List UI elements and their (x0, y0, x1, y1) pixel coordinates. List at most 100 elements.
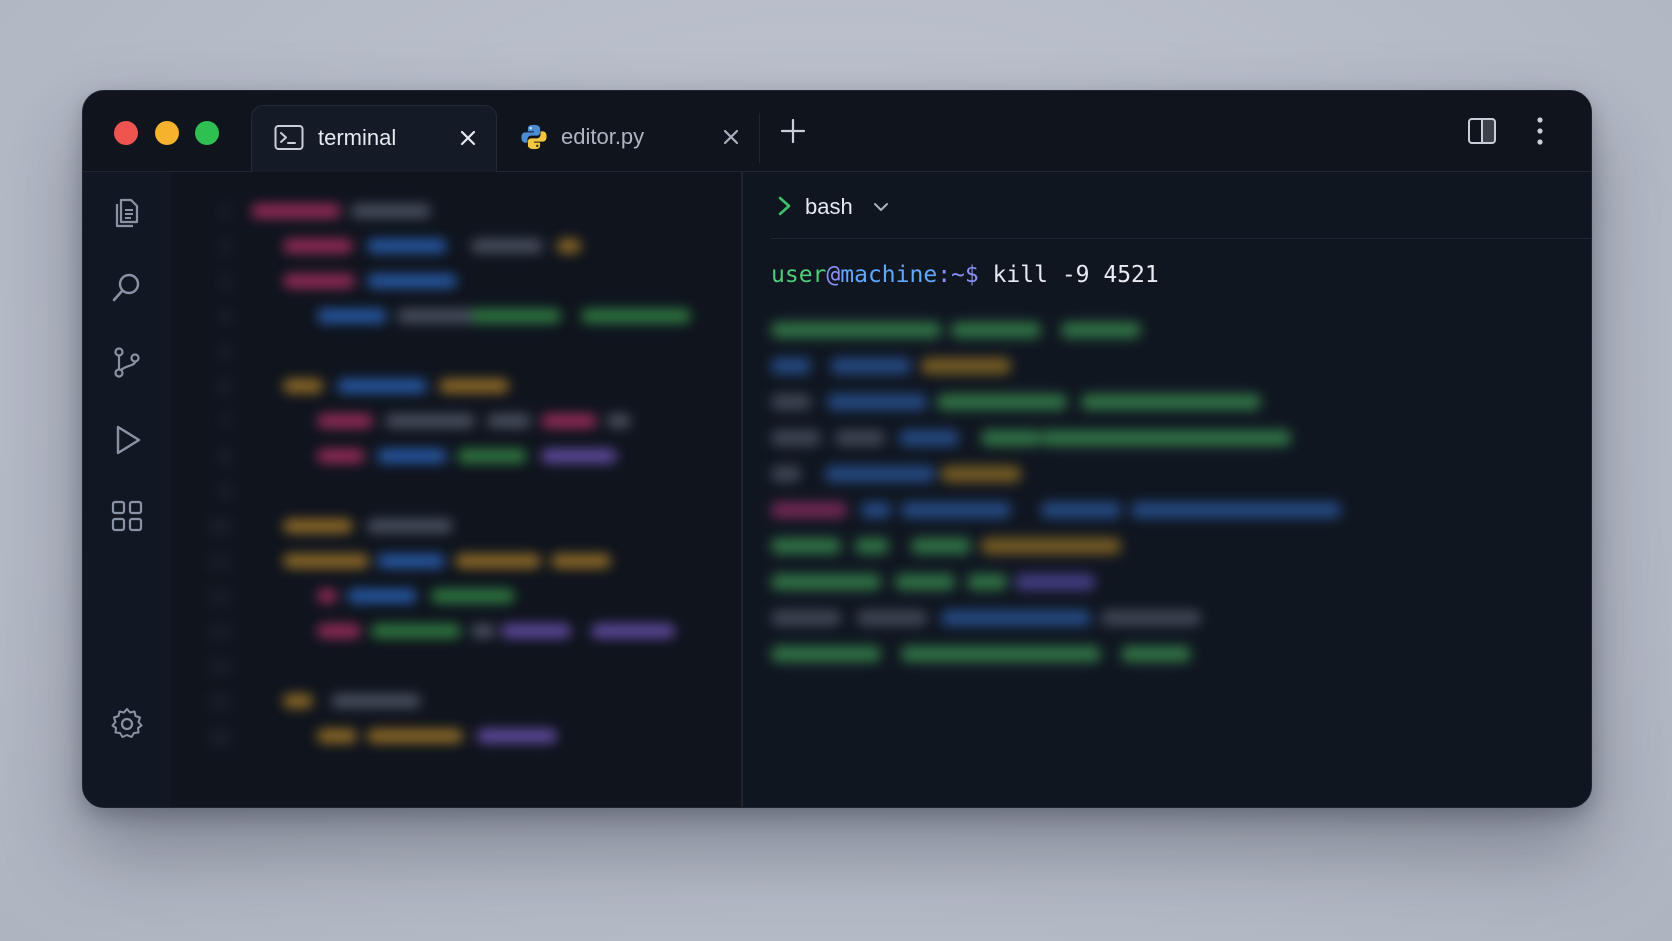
terminal-output-token (895, 574, 955, 590)
terminal-output-token (901, 646, 1101, 662)
line-number: 10 (206, 515, 231, 539)
close-icon[interactable] (721, 127, 741, 147)
code-token (317, 414, 373, 428)
line-number: 15 (206, 690, 231, 714)
code-token (385, 414, 475, 428)
terminal-output-token (771, 358, 811, 374)
code-token (377, 554, 445, 568)
terminal-output-token (861, 502, 891, 518)
code-token (283, 554, 369, 568)
terminal-output-token (1061, 322, 1141, 338)
code-token (283, 694, 313, 708)
code-token (377, 449, 447, 463)
tab-terminal[interactable]: terminal (251, 105, 497, 172)
terminal-output-token (899, 430, 959, 446)
terminal-output-token (901, 502, 1011, 518)
code-token (251, 204, 341, 218)
code-token (367, 239, 447, 253)
terminal-output-token (1015, 574, 1095, 590)
line-number: 2 (218, 235, 231, 259)
app-window: terminal editor.py 1 2 3 4 5 6 7 8 9 10 … (82, 90, 1592, 808)
code-token (541, 414, 597, 428)
terminal-output-token (831, 358, 911, 374)
search-icon[interactable] (109, 270, 145, 306)
terminal-output-token (771, 430, 821, 446)
line-number: 3 (218, 270, 231, 294)
line-number: 6 (218, 375, 231, 399)
code-token (487, 414, 531, 428)
prompt-path: :~$ (937, 262, 979, 288)
line-number: 7 (218, 410, 231, 434)
code-token (397, 309, 477, 323)
terminal-output-token (1041, 502, 1121, 518)
code-token (431, 589, 515, 603)
terminal-output-token (967, 574, 1007, 590)
code-token (283, 519, 353, 533)
tab-label: terminal (318, 125, 397, 150)
line-number: 13 (206, 620, 231, 644)
minimize-window-button[interactable] (155, 121, 179, 145)
code-token (347, 589, 417, 603)
python-icon (521, 124, 547, 150)
line-number: 12 (206, 585, 231, 609)
extensions-icon[interactable] (109, 498, 145, 534)
title-bar: terminal editor.py (83, 91, 1591, 172)
chevron-down-icon[interactable] (873, 202, 889, 212)
shell-chevron-icon (778, 196, 791, 216)
code-token (283, 239, 353, 253)
terminal-output-token (857, 610, 927, 626)
terminal-pane[interactable]: bash user@machine:~$ kill -9 4521 (743, 172, 1591, 807)
tab-editor-py[interactable]: editor.py (497, 105, 759, 171)
files-icon[interactable] (109, 194, 145, 230)
line-number: 8 (218, 445, 231, 469)
code-token (581, 309, 691, 323)
terminal-output-token (1081, 394, 1261, 410)
terminal-output-token (827, 394, 927, 410)
more-vertical-icon[interactable] (1535, 115, 1545, 147)
close-window-button[interactable] (114, 121, 138, 145)
terminal-output-token (911, 538, 971, 554)
code-token (331, 694, 421, 708)
code-token (607, 414, 631, 428)
terminal-output-token (981, 538, 1121, 554)
run-debug-icon[interactable] (109, 422, 145, 458)
settings-gear-icon[interactable] (109, 706, 145, 742)
code-token (351, 204, 431, 218)
terminal-output-token (941, 466, 1021, 482)
split-view-icon[interactable] (1467, 117, 1497, 145)
code-token (471, 309, 561, 323)
code-token (317, 309, 387, 323)
close-icon[interactable] (458, 128, 478, 148)
plus-icon[interactable] (779, 117, 807, 145)
tab-divider (759, 113, 760, 163)
shell-selector-label[interactable]: bash (805, 194, 853, 220)
code-token (477, 729, 557, 743)
terminal-output-token (855, 538, 889, 554)
code-token (557, 239, 581, 253)
terminal-header: bash (771, 172, 1591, 239)
code-token (317, 729, 357, 743)
line-number: 4 (218, 305, 231, 329)
line-number: 16 (206, 725, 231, 749)
code-token (367, 274, 457, 288)
terminal-output-token (951, 322, 1041, 338)
terminal-output-token (1121, 646, 1191, 662)
source-control-icon[interactable] (109, 344, 145, 380)
activity-bar (83, 172, 172, 807)
code-token (371, 624, 461, 638)
code-editor-pane[interactable]: 1 2 3 4 5 6 7 8 9 10 11 12 13 14 15 16 (171, 172, 741, 807)
terminal-output-token (771, 394, 811, 410)
terminal-output-token (981, 430, 1041, 446)
maximize-window-button[interactable] (195, 121, 219, 145)
terminal-command: kill -9 4521 (978, 262, 1159, 288)
code-token (317, 449, 365, 463)
terminal-output-token (771, 646, 881, 662)
code-token (591, 624, 675, 638)
terminal-output-token (1131, 502, 1341, 518)
terminal-output-token (921, 358, 1011, 374)
code-token (457, 449, 527, 463)
terminal-output-token (1041, 430, 1291, 446)
code-token (283, 274, 355, 288)
code-token (439, 379, 509, 393)
code-token (317, 589, 337, 603)
